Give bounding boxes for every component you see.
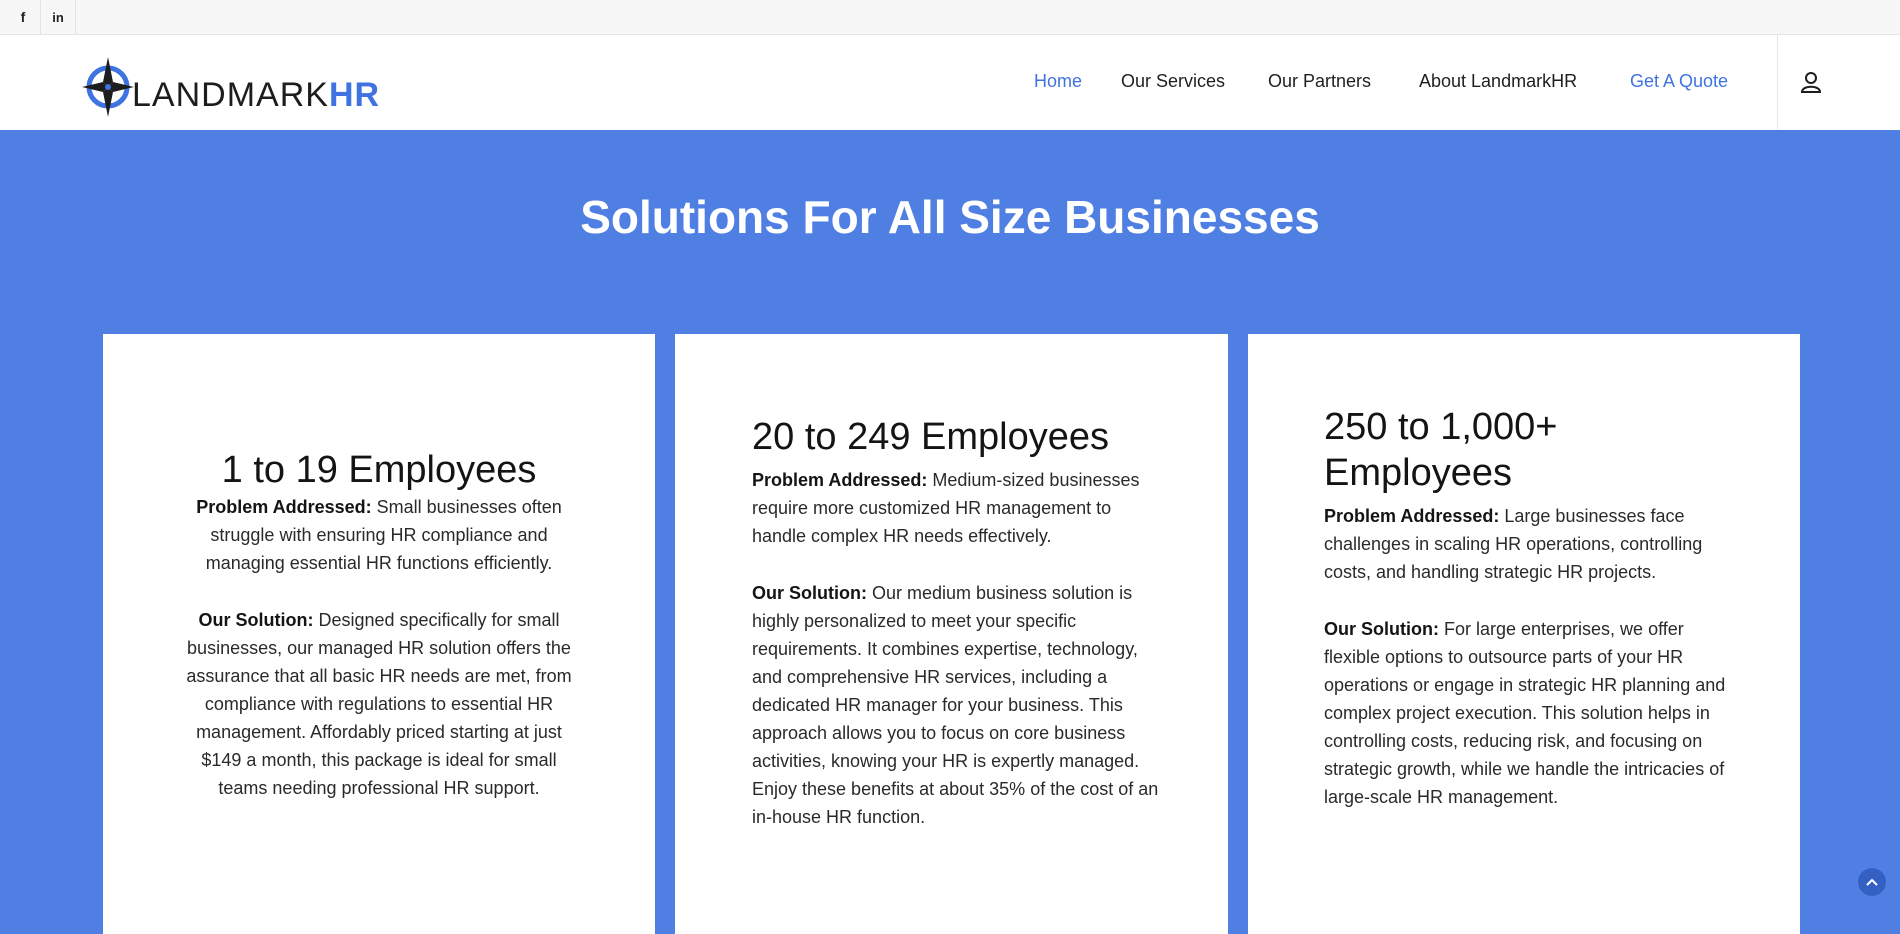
section-title: Solutions For All Size Businesses	[580, 191, 1320, 243]
facebook-icon[interactable]: f	[6, 0, 41, 34]
problem-label: Problem Addressed:	[1324, 506, 1500, 526]
card-title: 1 to 19 Employees	[221, 449, 537, 491]
solution-text: Designed specifically for small business…	[186, 610, 572, 798]
plan-card-small: 1 to 19 Employees Problem Addressed: Sma…	[103, 334, 655, 934]
nav-divider	[1777, 35, 1778, 130]
card-content: 1 to 19 Employees Problem Addressed: Sma…	[178, 447, 580, 802]
facebook-glyph: f	[20, 9, 26, 25]
problem-paragraph: Problem Addressed: Small businesses ofte…	[178, 493, 580, 577]
solution-paragraph: Our Solution: Designed specifically for …	[178, 606, 580, 802]
plan-card-large: 250 to 1,000+ Employees Problem Addresse…	[1248, 334, 1800, 934]
card-content: 250 to 1,000+ Employees Problem Addresse…	[1324, 404, 1734, 811]
nav-about-landmarkhr[interactable]: About LandmarkHR	[1419, 71, 1577, 92]
solution-label: Our Solution:	[198, 610, 314, 630]
solution-text: For large enterprises, we offer flexible…	[1324, 619, 1726, 807]
logo-text-accent: HR	[328, 76, 381, 114]
logo-text-main: LANDMARK	[132, 76, 329, 114]
main-navbar: LANDMARKHR Home Our Services Our Partner…	[0, 35, 1900, 130]
plan-card-medium: 20 to 249 Employees Problem Addressed: M…	[675, 334, 1228, 934]
solution-paragraph: Our Solution: For large enterprises, we …	[1324, 615, 1734, 811]
chevron-up-icon	[1866, 878, 1878, 886]
solution-paragraph: Our Solution: Our medium business soluti…	[752, 579, 1162, 831]
compass-logo-icon	[82, 57, 134, 117]
problem-paragraph: Problem Addressed: Medium-sized business…	[752, 466, 1162, 550]
user-account-icon[interactable]	[1800, 70, 1822, 94]
solution-label: Our Solution:	[752, 583, 867, 603]
nav-get-a-quote[interactable]: Get A Quote	[1630, 71, 1728, 92]
nav-our-partners[interactable]: Our Partners	[1268, 71, 1371, 92]
problem-paragraph: Problem Addressed: Large businesses face…	[1324, 502, 1734, 586]
solution-text: Our medium business solution is highly p…	[752, 583, 1159, 827]
linkedin-glyph: in	[52, 9, 64, 25]
linkedin-icon[interactable]: in	[41, 0, 76, 34]
card-content: 20 to 249 Employees Problem Addressed: M…	[752, 414, 1162, 831]
top-social-bar: f in	[0, 0, 1900, 35]
solution-label: Our Solution:	[1324, 619, 1439, 639]
card-title: 250 to 1,000+ Employees	[1324, 406, 1558, 494]
problem-label: Problem Addressed:	[196, 497, 372, 517]
nav-our-services[interactable]: Our Services	[1121, 71, 1225, 92]
scroll-to-top-button[interactable]	[1858, 868, 1886, 896]
card-title: 20 to 249 Employees	[752, 416, 1110, 458]
problem-label: Problem Addressed:	[752, 470, 928, 490]
logo-wordmark: LANDMARKHR	[132, 76, 380, 115]
nav-home[interactable]: Home	[1034, 71, 1082, 92]
